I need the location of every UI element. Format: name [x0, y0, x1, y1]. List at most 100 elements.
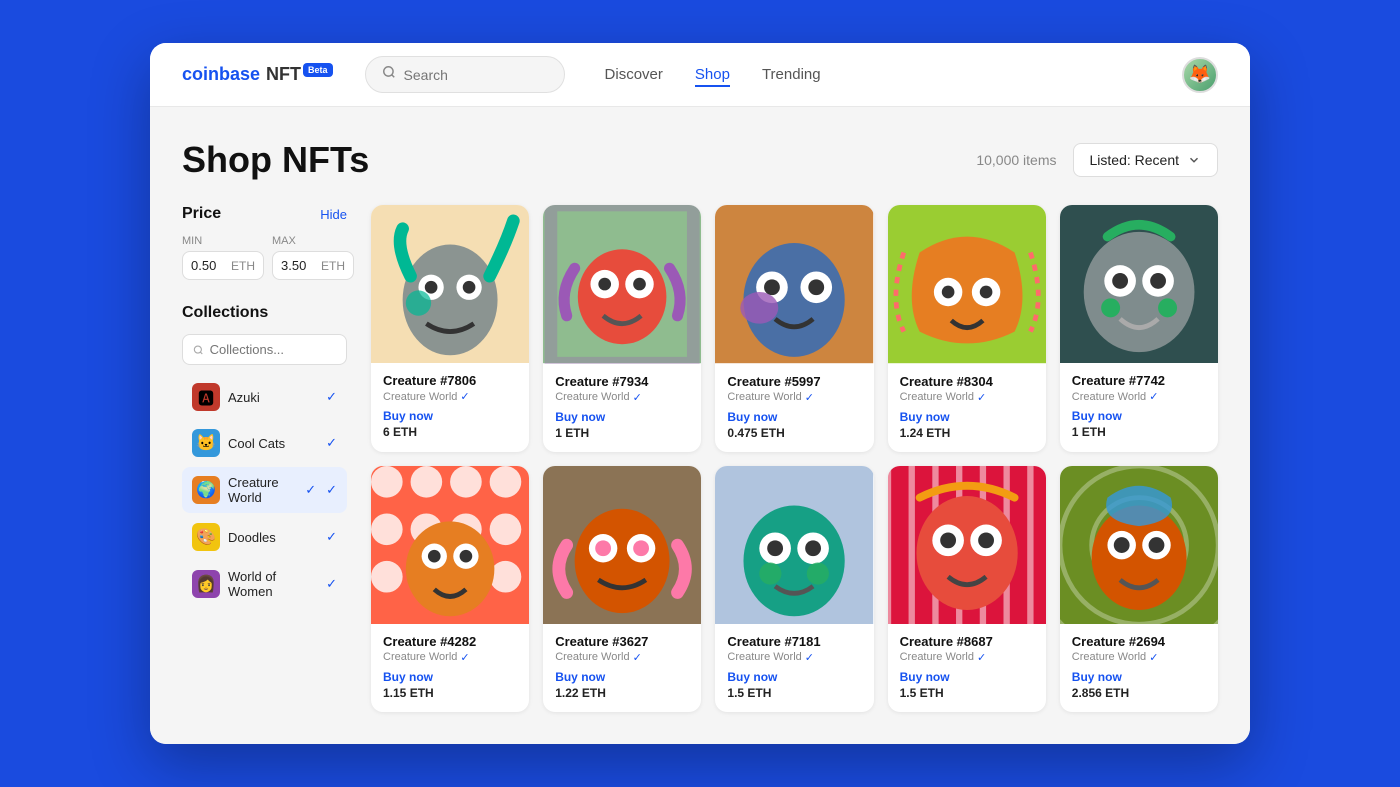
nft-info-5997: Creature #5997Creature World ✓Buy now0.4… — [715, 364, 873, 452]
buy-now-4282[interactable]: Buy now — [383, 670, 517, 684]
sort-dropdown[interactable]: Listed: Recent — [1073, 143, 1219, 177]
avatar[interactable]: 🦊 — [1182, 57, 1218, 93]
max-price-input[interactable] — [281, 258, 317, 273]
min-price-input-wrap[interactable]: ETH — [182, 251, 264, 280]
collection-text-5997: Creature World — [727, 391, 801, 403]
nft-price-4282: 1.15 ETH — [383, 686, 517, 700]
nav-discover[interactable]: Discover — [605, 62, 663, 87]
buy-now-2694[interactable]: Buy now — [1072, 670, 1206, 684]
nft-price-7742: 1 ETH — [1072, 425, 1206, 439]
max-label: MAX — [272, 235, 354, 247]
nft-image-8304 — [888, 205, 1046, 363]
buy-now-7181[interactable]: Buy now — [727, 670, 861, 684]
collection-text-8687: Creature World — [900, 651, 974, 663]
nft-price-2694: 2.856 ETH — [1072, 686, 1206, 700]
main-content: Shop NFTs 10,000 items Listed: Recent Pr… — [150, 107, 1250, 743]
collections-section: Collections 🅰Azuki✓🐱Cool Cats✓🌍Creature … — [182, 304, 347, 607]
nft-card-4282[interactable]: Creature #4282Creature World ✓Buy now1.1… — [371, 466, 529, 712]
nft-name-7806: Creature #7806 — [383, 373, 517, 388]
nft-collection-3627: Creature World ✓ — [555, 651, 689, 664]
buy-now-7806[interactable]: Buy now — [383, 409, 517, 423]
nft-name-8687: Creature #8687 — [900, 634, 1034, 649]
collection-item-azuki[interactable]: 🅰Azuki✓ — [182, 375, 347, 419]
hide-button[interactable]: Hide — [320, 207, 347, 222]
nft-image-7806 — [371, 205, 529, 363]
nft-card-3627[interactable]: Creature #3627 Creature World ✓ Buy now 1.2… — [543, 466, 701, 712]
buy-now-7742[interactable]: Buy now — [1072, 409, 1206, 423]
price-inputs: MIN ETH MAX ETH — [182, 235, 347, 280]
nft-info-8687: Creature #8687Creature World ✓Buy now1.5… — [888, 624, 1046, 712]
nft-image-8687 — [888, 466, 1046, 624]
min-price-input[interactable] — [191, 258, 227, 273]
nft-card-7742[interactable]: Creature #7742 Creature World ✓ Buy now 1 E… — [1060, 205, 1218, 451]
collections-search-icon — [193, 344, 204, 356]
price-title: Price — [182, 205, 221, 223]
nft-card-7181[interactable]: Creature #7181Creature World ✓Buy now1.5… — [715, 466, 873, 712]
nft-card-8304[interactable]: Creature #8304Creature World ✓Buy now1.2… — [888, 205, 1046, 451]
nft-price-7181: 1.5 ETH — [727, 686, 861, 700]
search-input[interactable] — [404, 67, 548, 83]
nft-image-7934 — [543, 205, 701, 363]
collection-text-4282: Creature World — [383, 651, 457, 663]
min-price-col: MIN ETH — [182, 235, 264, 280]
collection-text-3627: Creature World — [555, 651, 629, 663]
nft-card-5997[interactable]: Creature #5997Creature World ✓Buy now0.4… — [715, 205, 873, 451]
nft-price-3627: 1.22 ETH — [555, 686, 689, 700]
buy-now-7934[interactable]: Buy now — [555, 410, 689, 424]
nft-info-2694: Creature #2694Creature World ✓Buy now2.8… — [1060, 624, 1218, 712]
nft-card-7806[interactable]: Creature #7806Creature World ✓Buy now6 E… — [371, 205, 529, 451]
logo-nft: NFTBeta — [266, 64, 333, 85]
nft-collection-7806: Creature World ✓ — [383, 390, 517, 403]
nft-card-2694[interactable]: Creature #2694Creature World ✓Buy now2.8… — [1060, 466, 1218, 712]
verified-badge-7181: ✓ — [805, 651, 814, 664]
verified-icon-azuki: ✓ — [326, 389, 337, 405]
nft-collection-8687: Creature World ✓ — [900, 651, 1034, 664]
buy-now-8304[interactable]: Buy now — [900, 410, 1034, 424]
collection-item-wow[interactable]: 👩World of Women✓ — [182, 561, 347, 607]
collection-text-7742: Creature World — [1072, 391, 1146, 403]
nft-name-3627: Creature #3627 — [555, 634, 689, 649]
collection-name-cool-cats: Cool Cats — [228, 436, 318, 451]
verified-icon-wow: ✓ — [326, 576, 337, 592]
nft-name-7742: Creature #7742 — [1072, 373, 1206, 388]
nav-shop[interactable]: Shop — [695, 62, 730, 87]
verified-badge-7742: ✓ — [1149, 390, 1158, 403]
min-label: MIN — [182, 235, 264, 247]
buy-now-3627[interactable]: Buy now — [555, 670, 689, 684]
beta-badge: Beta — [303, 63, 333, 77]
buy-now-5997[interactable]: Buy now — [727, 410, 861, 424]
page-title: Shop NFTs — [182, 139, 369, 181]
verified-badge-7806: ✓ — [460, 390, 469, 403]
nft-collection-7742: Creature World ✓ — [1072, 390, 1206, 403]
nft-card-8687[interactable]: Creature #8687Creature World ✓Buy now1.5… — [888, 466, 1046, 712]
collections-search-input[interactable] — [210, 342, 336, 357]
nft-info-7181: Creature #7181Creature World ✓Buy now1.5… — [715, 624, 873, 712]
logo: coinbase NFTBeta — [182, 64, 333, 85]
nft-image-5997 — [715, 205, 873, 363]
collection-item-cool-cats[interactable]: 🐱Cool Cats✓ — [182, 421, 347, 465]
verified-icon-doodles: ✓ — [326, 529, 337, 545]
nft-image-7742 — [1060, 205, 1218, 363]
nft-info-8304: Creature #8304Creature World ✓Buy now1.2… — [888, 364, 1046, 452]
max-price-col: MAX ETH — [272, 235, 354, 280]
buy-now-8687[interactable]: Buy now — [900, 670, 1034, 684]
nft-card-7934[interactable]: Creature #7934Creature World ✓Buy now1 E… — [543, 205, 701, 451]
search-bar[interactable] — [365, 56, 565, 93]
nft-info-7934: Creature #7934Creature World ✓Buy now1 E… — [543, 364, 701, 452]
nft-price-5997: 0.475 ETH — [727, 426, 861, 440]
max-price-input-wrap[interactable]: ETH — [272, 251, 354, 280]
sidebar: Price Hide MIN ETH MAX — [182, 205, 347, 711]
nft-info-4282: Creature #4282Creature World ✓Buy now1.1… — [371, 624, 529, 712]
nav-trending[interactable]: Trending — [762, 62, 821, 87]
collection-text-8304: Creature World — [900, 391, 974, 403]
header: coinbase NFTBeta Discover Shop Trending … — [150, 43, 1250, 107]
max-eth-label: ETH — [321, 259, 345, 273]
collections-search[interactable] — [182, 334, 347, 365]
nft-image-7181 — [715, 466, 873, 624]
verified-icon-cool-cats: ✓ — [326, 435, 337, 451]
collection-item-doodles[interactable]: 🎨Doodles✓ — [182, 515, 347, 559]
nft-image-2694 — [1060, 466, 1218, 624]
content-area: Price Hide MIN ETH MAX — [182, 205, 1218, 711]
nft-collection-4282: Creature World ✓ — [383, 651, 517, 664]
collection-item-creature-world[interactable]: 🌍Creature World✓✓ — [182, 467, 347, 513]
